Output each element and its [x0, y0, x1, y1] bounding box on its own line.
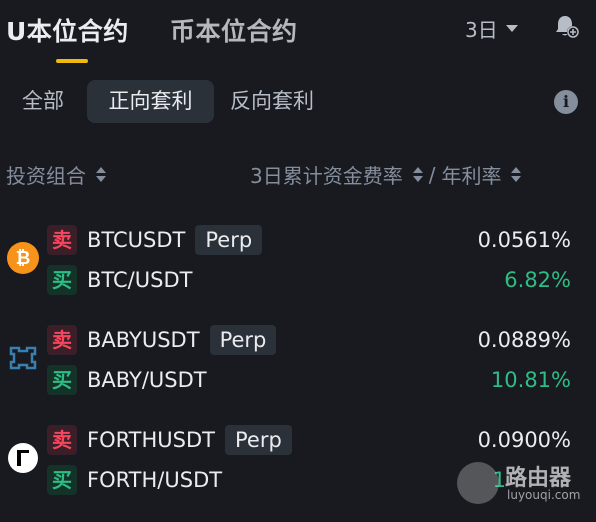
perp-symbol: BTCUSDT: [87, 228, 186, 252]
perp-symbol: BABYUSDT: [87, 328, 200, 352]
bell-plus-icon[interactable]: [554, 13, 580, 39]
sell-leg: 卖 BABYUSDT Perp: [47, 323, 277, 357]
column-header-portfolio[interactable]: 投资组合: [6, 160, 106, 189]
portfolio-header-label: 投资组合: [6, 164, 86, 188]
sort-icon: [96, 167, 106, 182]
portfolio-row[interactable]: ₿ 卖 BTCUSDT Perp 买 BTC/USDT 0.0561% 6.82…: [0, 223, 596, 307]
info-icon[interactable]: i: [554, 90, 578, 114]
funding-rate-header-label: 3日累计资金费率: [250, 164, 403, 188]
sell-leg: 卖 BTCUSDT Perp: [47, 223, 263, 257]
babylon-icon: [9, 346, 37, 370]
perp-tag: Perp: [195, 225, 263, 255]
apr-value: 10.81%: [490, 368, 571, 392]
buy-leg: 买 FORTH/USDT: [47, 463, 222, 497]
sell-badge: 卖: [47, 425, 77, 455]
sell-leg: 卖 FORTHUSDT Perp: [47, 423, 292, 457]
buy-badge: 买: [47, 265, 77, 295]
perp-tag: Perp: [225, 425, 292, 455]
column-header-funding-rate[interactable]: 3日累计资金费率 / 年利率: [250, 160, 522, 189]
buy-badge: 买: [47, 465, 77, 495]
svg-text:₿: ₿: [16, 248, 31, 269]
portfolio-row[interactable]: 卖 BABYUSDT Perp 买 BABY/USDT 0.0889% 10.8…: [0, 323, 596, 407]
buy-leg: 买 BABY/USDT: [47, 363, 207, 397]
chevron-down-icon: [505, 25, 518, 32]
router-logo-icon: [457, 462, 499, 504]
sort-icon: [412, 167, 423, 182]
sell-badge: 卖: [47, 325, 77, 355]
spot-symbol: BTC/USDT: [87, 268, 193, 292]
apr-header-label: 年利率: [441, 164, 502, 188]
contract-type-tabs: U本位合约 币本位合约 3日: [0, 0, 596, 64]
tab-coinm-futures[interactable]: 币本位合约: [170, 12, 298, 48]
sort-icon: [511, 167, 522, 182]
funding-rate-value: 0.0889%: [477, 328, 571, 352]
header-separator: /: [428, 162, 436, 187]
perp-symbol: FORTHUSDT: [87, 428, 215, 452]
ampleforth-icon: [8, 443, 38, 473]
buy-leg: 买 BTC/USDT: [47, 263, 192, 297]
watermark: 路由器 luyouqi.com: [455, 458, 585, 508]
filter-all[interactable]: 全部: [22, 80, 64, 123]
filter-positive-arbitrage[interactable]: 正向套利: [87, 80, 214, 123]
arbitrage-filter-row: 全部 正向套利 反向套利: [0, 80, 596, 126]
funding-rate-value: 0.0900%: [477, 428, 571, 452]
filter-reverse-arbitrage[interactable]: 反向套利: [230, 80, 314, 123]
sell-badge: 卖: [47, 225, 77, 255]
spot-symbol: FORTH/USDT: [87, 468, 223, 492]
watermark-url: luyouqi.com: [507, 488, 581, 502]
bitcoin-icon: ₿: [7, 242, 39, 274]
apr-value: 6.82%: [504, 268, 571, 292]
spot-symbol: BABY/USDT: [87, 368, 207, 392]
period-selector[interactable]: 3日: [465, 14, 518, 43]
tab-usdm-futures[interactable]: U本位合约: [6, 12, 129, 48]
active-tab-indicator: [56, 59, 88, 63]
period-label: 3日: [465, 18, 498, 42]
perp-tag: Perp: [209, 325, 277, 355]
buy-badge: 买: [47, 365, 77, 395]
funding-rate-value: 0.0561%: [477, 228, 571, 252]
